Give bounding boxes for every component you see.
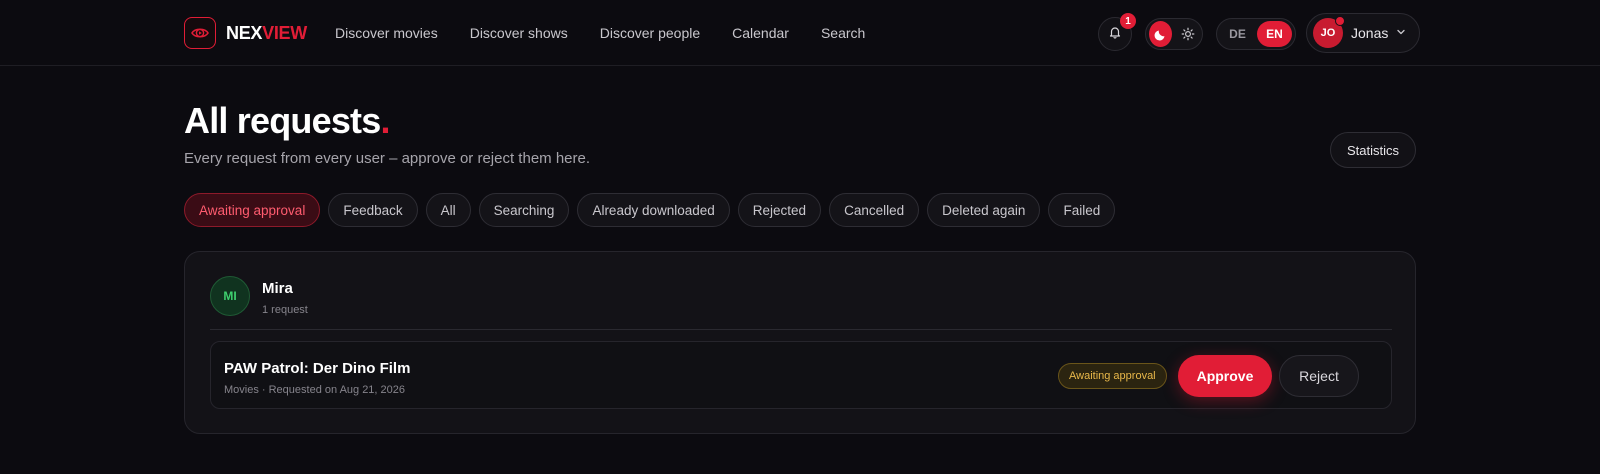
filter-cancelled[interactable]: Cancelled [829, 193, 920, 227]
approve-button[interactable]: Approve [1178, 355, 1272, 397]
logo-text-part2: VIEW [262, 22, 307, 43]
bell-icon [1108, 25, 1122, 44]
user-menu-button[interactable]: JO Jonas [1306, 13, 1420, 53]
filter-failed[interactable]: Failed [1048, 193, 1116, 227]
nav-search[interactable]: Search [821, 25, 865, 41]
notifications-button[interactable]: 1 [1098, 13, 1136, 51]
list-item: PAW Patrol: Der Dino Film Movies · Reque… [210, 341, 1392, 409]
request-title[interactable]: PAW Patrol: Der Dino Film [224, 360, 410, 377]
filter-rejected[interactable]: Rejected [737, 193, 822, 227]
status-dot [1335, 16, 1345, 26]
logo[interactable]: NEXVIEW [184, 17, 307, 49]
main-nav: Discover movies Discover shows Discover … [335, 0, 865, 66]
group-user-name: Mira [262, 280, 293, 297]
group-request-count: 1 request [262, 304, 308, 316]
avatar: JO [1313, 16, 1345, 48]
page-subtitle: Every request from every user – approve … [184, 150, 591, 167]
theme-toggle[interactable] [1145, 18, 1203, 50]
user-request-group: MI Mira 1 request PAW Patrol: Der Dino F… [184, 251, 1416, 434]
filter-feedback[interactable]: Feedback [328, 193, 418, 227]
divider [210, 329, 1392, 330]
nav-discover-people[interactable]: Discover people [600, 25, 700, 41]
play-eye-icon [184, 17, 216, 49]
user-name: Jonas [1351, 25, 1389, 41]
sun-icon[interactable] [1176, 21, 1199, 47]
nav-discover-shows[interactable]: Discover shows [470, 25, 568, 41]
status-badge: Awaiting approval [1058, 363, 1167, 389]
avatar-initials: JO [1320, 27, 1336, 39]
language-switcher: DE EN [1216, 18, 1296, 50]
request-meta: Movies · Requested on Aug 21, 2026 [224, 384, 406, 396]
filter-awaiting-approval[interactable]: Awaiting approval [184, 193, 321, 227]
page-title-dot: . [380, 100, 390, 141]
avatar: MI [210, 276, 250, 316]
filter-all[interactable]: All [425, 193, 471, 227]
lang-de[interactable]: DE [1220, 21, 1255, 47]
page-title: All requests. [184, 100, 390, 142]
logo-text: NEXVIEW [226, 23, 307, 44]
filter-deleted-again[interactable]: Deleted again [927, 193, 1041, 227]
filter-already-downloaded[interactable]: Already downloaded [577, 193, 730, 227]
chevron-down-icon [1396, 24, 1406, 42]
top-bar: NEXVIEW Discover movies Discover shows D… [0, 0, 1600, 66]
notification-count-badge: 1 [1120, 13, 1136, 29]
moon-icon[interactable] [1149, 21, 1172, 47]
page-title-text: All requests [184, 100, 381, 141]
logo-text-part1: NEX [226, 22, 263, 43]
statistics-button[interactable]: Statistics [1330, 132, 1416, 168]
filter-searching[interactable]: Searching [478, 193, 570, 227]
reject-button[interactable]: Reject [1279, 355, 1359, 397]
nav-calendar[interactable]: Calendar [732, 25, 789, 41]
nav-discover-movies[interactable]: Discover movies [335, 25, 438, 41]
lang-en[interactable]: EN [1257, 21, 1292, 47]
filter-chips: Awaiting approval Feedback All Searching… [184, 193, 1116, 227]
